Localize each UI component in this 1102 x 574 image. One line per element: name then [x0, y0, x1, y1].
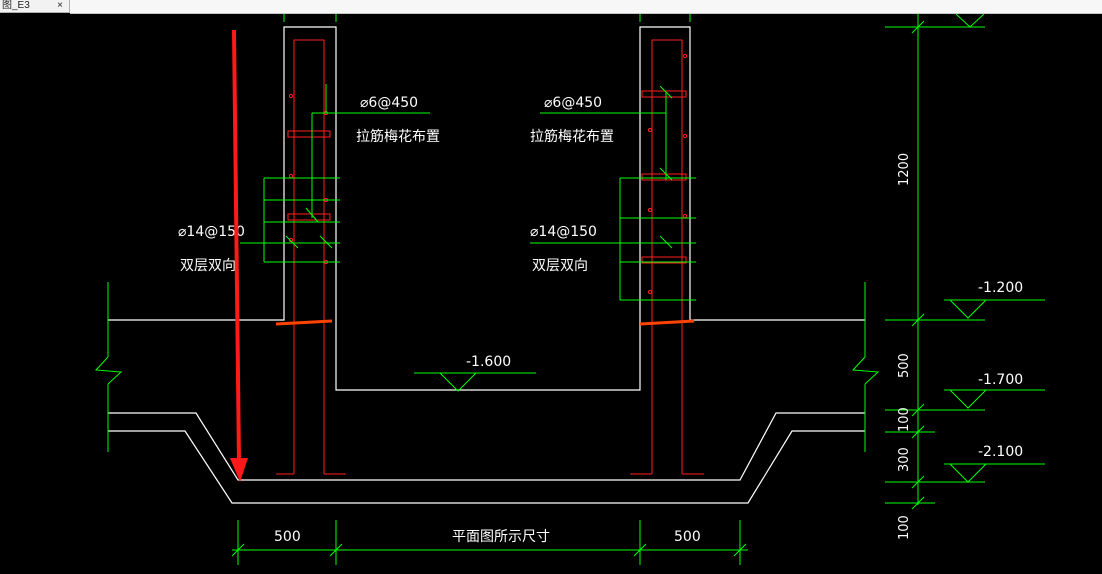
elevation-ground: -1.200 — [978, 280, 1023, 296]
elevation-marker-pit — [414, 372, 536, 392]
left-bar-spec: ⌀6@450 — [360, 95, 418, 111]
cad-drawing-canvas[interactable]: ⌀6@450 拉筋梅花布置 ⌀14@150 双层双向 ⌀6@450 拉筋梅花布置… — [0, 0, 1102, 574]
right-main-spec: ⌀14@150 — [530, 224, 597, 240]
dim-bottom-left: 500 — [274, 529, 301, 545]
red-arrow-annotation — [230, 29, 248, 482]
right-bar-note: 拉筋梅花布置 — [530, 128, 614, 145]
elevation-slab-top: -1.700 — [978, 372, 1023, 388]
left-bar-note: 拉筋梅花布置 — [356, 128, 440, 145]
wall-base-marks — [275, 319, 695, 326]
elevation-pit-bottom: -1.600 — [466, 354, 511, 370]
rebar-right-wall — [630, 39, 704, 475]
dim-100-lower: 100 — [897, 515, 912, 540]
wall-top-ticks — [283, 14, 691, 22]
left-main-note: 双层双向 — [180, 258, 236, 274]
dim-500: 500 — [897, 353, 912, 378]
dim-100-upper: 100 — [897, 407, 912, 432]
dim-300: 300 — [897, 447, 912, 472]
dim-bottom-right: 500 — [674, 529, 701, 545]
dim-bottom-middle: 平面图所示尺寸 — [452, 529, 550, 545]
right-bar-spec: ⌀6@450 — [544, 95, 602, 111]
elevation-slab-bottom: -2.100 — [978, 444, 1023, 460]
right-main-note: 双层双向 — [532, 258, 588, 274]
dim-1200: 1200 — [897, 153, 912, 186]
vertical-dimension-line — [885, 13, 985, 510]
